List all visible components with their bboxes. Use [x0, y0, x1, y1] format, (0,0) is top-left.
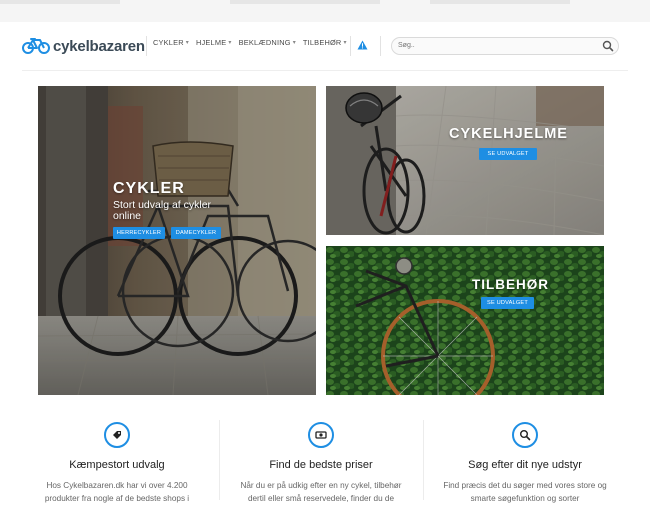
- feature-title: Søg efter dit nye udstyr: [468, 459, 582, 471]
- nav-label: CYKLER: [153, 38, 184, 47]
- feature-divider: [219, 420, 220, 500]
- feature-text: Hos Cykelbazaren.dk har vi over 4.200 pr…: [44, 481, 190, 503]
- feature-title: Find de bedste priser: [269, 459, 373, 471]
- tile-cykler[interactable]: CYKLER Stort udvalg af cykler online HER…: [38, 86, 316, 395]
- nav-label: BEKLÆDNING: [238, 38, 291, 47]
- nav-label: HJELME: [196, 38, 227, 47]
- bicycle-logo-icon: [22, 38, 50, 54]
- helmet-bike-photo: [326, 86, 604, 235]
- header-divider: [350, 36, 351, 56]
- feature-divider: [423, 420, 424, 500]
- browser-top-strip: [0, 0, 650, 23]
- chevron-down-icon: ▾: [343, 40, 347, 46]
- nav-item-cykler[interactable]: CYKLER ▾: [153, 38, 189, 47]
- nav-item-beklaedning[interactable]: BEKLÆDNING ▾: [239, 38, 296, 47]
- bike-ivy-photo: [326, 246, 604, 395]
- tile-title: TILBEHØR: [472, 277, 549, 292]
- se-udvalget-button[interactable]: SE UDVALGET: [481, 297, 534, 309]
- damecykler-button[interactable]: DAMECYKLER: [171, 227, 221, 239]
- feature-text: Find præcis det du søger med vores store…: [443, 481, 607, 503]
- header-divider: [146, 36, 147, 56]
- chevron-down-icon: ▾: [228, 40, 232, 46]
- search-icon: [512, 422, 538, 448]
- search-box: [391, 37, 619, 55]
- main-nav: CYKLER ▾ HJELME ▾ BEKLÆDNING ▾ TILBEHØR ▾: [153, 38, 347, 47]
- tab-strip-segment: [230, 0, 380, 4]
- feature-title: Kæmpestort udvalg: [69, 459, 165, 471]
- feature-udvalg: Kæmpestort udvalg Hos Cykelbazaren.dk ha…: [22, 410, 212, 503]
- chevron-down-icon: ▾: [292, 40, 296, 46]
- tile-cykelhjelme[interactable]: CYKELHJELME SE UDVALGET: [326, 86, 604, 235]
- logo[interactable]: cykelbazaren: [22, 34, 145, 58]
- tab-strip-segment: [430, 0, 570, 4]
- tile-subtitle: Stort udvalg af cykler online: [113, 199, 212, 222]
- nav-item-tilbehor[interactable]: TILBEHØR ▾: [303, 38, 347, 47]
- search-icon[interactable]: [602, 40, 614, 52]
- tab-strip-segment: [0, 0, 120, 4]
- tile-title: CYKLER: [113, 180, 185, 197]
- bicycles-photo: [38, 86, 316, 395]
- logo-text: cykelbazaren: [53, 37, 145, 55]
- site-header: cykelbazaren CYKLER ▾ HJELME ▾ BEKLÆDNING ▾…: [0, 22, 650, 71]
- search-input[interactable]: [398, 39, 588, 52]
- money-icon: [308, 422, 334, 448]
- header-bottom-rule: [22, 70, 628, 71]
- tile-title: CYKELHJELME: [449, 126, 568, 142]
- feature-text: Når du er på udkig efter en ny cykel, ti…: [240, 481, 402, 503]
- tile-tilbehor[interactable]: TILBEHØR SE UDVALGET: [326, 246, 604, 395]
- feature-priser: Find de bedste priser Når du er på udkig…: [226, 410, 416, 503]
- header-divider: [380, 36, 381, 56]
- tag-icon: [104, 422, 130, 448]
- nav-item-hjelme[interactable]: HJELME ▾: [196, 38, 232, 47]
- warning-icon[interactable]: [357, 40, 368, 50]
- features-section: Kæmpestort udvalg Hos Cykelbazaren.dk ha…: [0, 410, 650, 503]
- feature-soeg: Søg efter dit nye udstyr Find præcis det…: [430, 410, 620, 503]
- nav-label: TILBEHØR: [302, 38, 342, 47]
- herrecykler-button[interactable]: HERRECYKLER: [113, 227, 165, 239]
- chevron-down-icon: ▾: [185, 40, 189, 46]
- se-udvalget-button[interactable]: SE UDVALGET: [479, 148, 537, 160]
